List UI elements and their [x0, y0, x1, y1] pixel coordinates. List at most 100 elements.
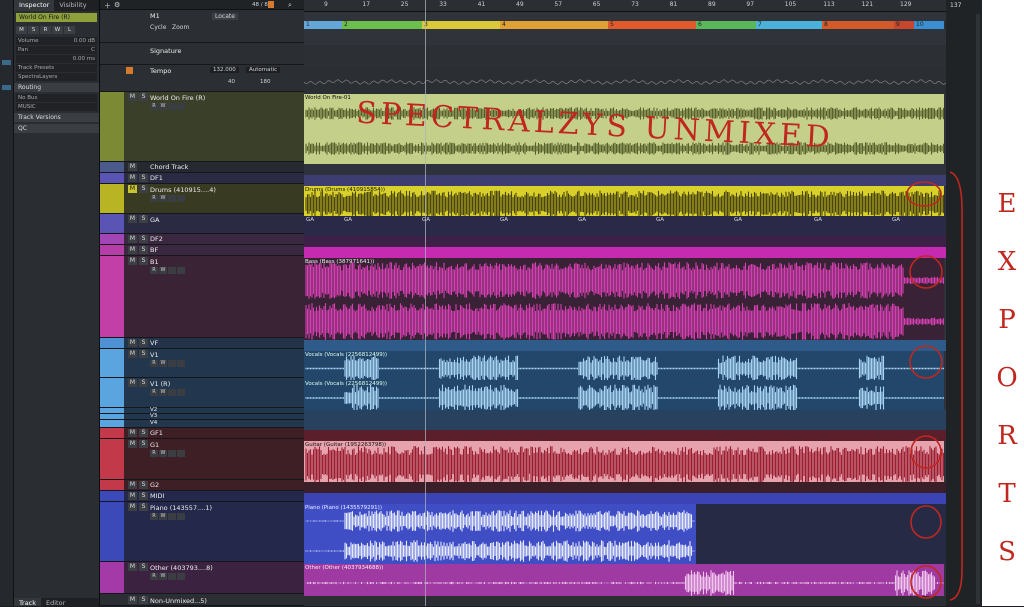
routing-output[interactable]: MUSIC [16, 103, 97, 111]
clip-vocals-2[interactable]: Vocals (Vocals (2256812499)) [304, 380, 944, 410]
solo-button[interactable]: S [139, 563, 148, 571]
mute-button[interactable]: M [128, 429, 137, 437]
solo-button[interactable]: S [28, 26, 39, 34]
solo-button[interactable]: S [139, 215, 148, 223]
solo-button[interactable]: S [139, 174, 148, 182]
routing-section[interactable]: Routing [14, 83, 99, 92]
marker[interactable]: 9 [894, 21, 914, 29]
marker[interactable]: 1 [304, 21, 342, 29]
routing-input[interactable]: No Bus [16, 94, 97, 102]
solo-button[interactable]: S [139, 185, 148, 193]
track-versions-section[interactable]: Track Versions [14, 113, 99, 122]
marker[interactable]: 5 [608, 21, 696, 29]
cycle-button[interactable]: Cycle [150, 24, 166, 31]
tab-track[interactable]: Track [14, 598, 42, 607]
track-g1[interactable]: MS G1 RW [100, 439, 304, 480]
solo-button[interactable]: S [139, 339, 148, 347]
track-b1[interactable]: MS B1 RW [100, 256, 304, 338]
marker[interactable]: 7 [756, 21, 822, 29]
folder-bf[interactable]: MS BF [100, 245, 304, 256]
ga-event[interactable]: GA [306, 217, 314, 223]
zoom-button[interactable]: Zoom [172, 24, 189, 31]
pan-row[interactable]: Pan C [16, 46, 97, 54]
tempo-value[interactable]: 132.000 [210, 67, 239, 73]
mute-button[interactable]: M [128, 235, 137, 243]
mute-button[interactable]: M [128, 350, 137, 358]
mute-button[interactable]: M [128, 93, 137, 101]
track-v1[interactable]: MS V1 RW [100, 349, 304, 378]
clip-drums[interactable]: Drums (Drums (410915854)) [304, 186, 944, 216]
track-presets[interactable]: Track Presets [16, 64, 97, 72]
ga-event[interactable]: GA [578, 217, 586, 223]
solo-button[interactable]: S [139, 481, 148, 489]
solo-button[interactable]: S [139, 350, 148, 358]
mute-button[interactable]: M [128, 174, 137, 182]
folder-df2[interactable]: MS DF2 [100, 234, 304, 245]
delay-row[interactable]: 0.00 ms [16, 55, 97, 63]
volume-row[interactable]: Volume 0.00 dB [16, 37, 97, 45]
ga-event[interactable]: GA [814, 217, 822, 223]
locate-button[interactable]: Locate [212, 13, 238, 20]
mute-button[interactable]: M [128, 246, 137, 254]
arrange-window[interactable]: 12345678910 World On Fire-01 Drums (Drum… [303, 12, 947, 606]
marker[interactable]: 3 [422, 21, 500, 29]
write-button[interactable]: W [52, 26, 63, 34]
clip-other[interactable]: Other (Other (4037934688)) [304, 564, 944, 596]
marker[interactable]: 6 [696, 21, 756, 29]
solo-button[interactable]: S [139, 379, 148, 387]
solo-button[interactable]: S [139, 429, 148, 437]
tab-inspector[interactable]: Inspector [14, 0, 55, 11]
marker[interactable]: 4 [500, 21, 608, 29]
folder-gf1[interactable]: MS GF1 [100, 428, 304, 439]
clip-piano[interactable]: Piano (Piano (1435579291)) [304, 504, 696, 564]
track-options-icon[interactable]: ⚙ [114, 1, 120, 9]
mute-button[interactable]: M [128, 185, 137, 193]
marker[interactable]: 10 [914, 21, 944, 29]
mute-button[interactable]: M [128, 379, 137, 387]
mute-button[interactable]: M [128, 163, 137, 171]
ga-event[interactable]: GA [500, 217, 508, 223]
read-button[interactable]: R [40, 26, 51, 34]
home-icon[interactable] [268, 1, 274, 8]
mute-button[interactable]: M [128, 503, 137, 511]
inspector-track-title[interactable]: World On Fire (R) [16, 13, 97, 22]
solo-button[interactable]: S [139, 246, 148, 254]
mute-button[interactable]: M [128, 339, 137, 347]
ga-event[interactable]: GA [656, 217, 664, 223]
mute-button[interactable]: M [16, 26, 27, 34]
ga-event[interactable]: GA [422, 217, 430, 223]
folder-vf[interactable]: MS VF [100, 338, 304, 349]
solo-button[interactable]: S [139, 492, 148, 500]
marker-track[interactable]: M1 Locate Cycle Zoom [100, 10, 304, 43]
mute-button[interactable]: M [128, 215, 137, 223]
track-piano[interactable]: MS Piano (143557....1) RW [100, 502, 304, 562]
solo-button[interactable]: S [139, 503, 148, 511]
mute-button[interactable]: M [128, 563, 137, 571]
tab-visibility[interactable]: Visibility [54, 0, 91, 11]
track-v4[interactable]: V4 [100, 420, 304, 428]
mute-button[interactable]: M [128, 440, 137, 448]
lock-button[interactable]: L [64, 26, 75, 34]
clip-bass[interactable]: Bass (Bass (387971641)) [304, 258, 944, 340]
tempo-track[interactable]: Tempo 132.000 Automatic 40 180 [100, 65, 304, 92]
mute-button[interactable]: M [128, 481, 137, 489]
solo-button[interactable]: S [139, 596, 148, 604]
clip-guitar[interactable]: Guitar (Guitar (1952263798)) [304, 441, 944, 482]
solo-button[interactable]: S [139, 93, 148, 101]
timeline-ruler[interactable]: 9 17 25 33 41 49 57 65 73 81 89 97 105 113 121 129 [304, 0, 946, 12]
marker[interactable]: 8 [822, 21, 894, 29]
track-v1-r[interactable]: MS V1 (R) RW [100, 378, 304, 408]
mute-button[interactable]: M [128, 596, 137, 604]
solo-button[interactable]: S [139, 235, 148, 243]
track-drums[interactable]: MS Drums (410915....4) RW [100, 184, 304, 214]
search-icon[interactable]: ⌕ [288, 1, 292, 10]
solo-button[interactable]: S [139, 440, 148, 448]
mute-button[interactable]: M [128, 257, 137, 265]
ga-event[interactable]: GA [344, 217, 352, 223]
ga-event[interactable]: GA [892, 217, 900, 223]
playhead-cursor[interactable] [425, 0, 426, 606]
ga-event[interactable]: GA [734, 217, 742, 223]
marker[interactable]: 2 [342, 21, 422, 29]
mute-button[interactable]: M [128, 492, 137, 500]
solo-button[interactable]: S [139, 257, 148, 265]
